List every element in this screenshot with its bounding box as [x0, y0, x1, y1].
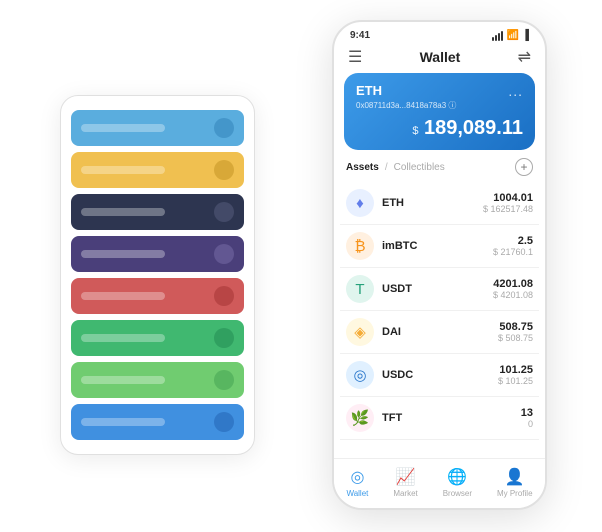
tab-collectibles[interactable]: Collectibles [394, 162, 445, 173]
card-item[interactable] [71, 110, 244, 146]
nav-label-browser: Browser [443, 489, 472, 498]
asset-name-imbtc: imBTC [382, 240, 493, 252]
nav-item-browser[interactable]: 🌐 Browser [443, 467, 472, 498]
assets-tabs: Assets / Collectibles [346, 162, 445, 173]
asset-icon-tft: 🌿 [346, 404, 374, 432]
asset-row[interactable]: T USDT 4201.08 $ 4201.08 [340, 268, 539, 311]
asset-icon-imbtc: ₿ [346, 232, 374, 260]
status-icons: 📶 ▐ [492, 30, 529, 41]
asset-name-usdt: USDT [382, 283, 493, 295]
nav-icon-my-profile: 👤 [505, 467, 525, 487]
asset-list: ♦ ETH 1004.01 $ 162517.48 ₿ imBTC 2.5 $ … [334, 182, 545, 458]
asset-name-tft: TFT [382, 412, 521, 424]
asset-icon-eth: ♦ [346, 189, 374, 217]
asset-amounts-imbtc: 2.5 $ 21760.1 [493, 235, 533, 257]
card-item[interactable] [71, 320, 244, 356]
menu-icon[interactable]: ☰ [348, 47, 362, 67]
eth-card: ETH 0x08711d3a...8418a78a3 ⓘ ... $ 189,0… [344, 73, 535, 150]
asset-name-usdc: USDC [382, 369, 498, 381]
nav-label-market: Market [393, 489, 417, 498]
tab-separator: / [385, 162, 388, 173]
card-item[interactable] [71, 404, 244, 440]
asset-amounts-eth: 1004.01 $ 162517.48 [483, 192, 533, 214]
asset-name-eth: ETH [382, 197, 483, 209]
nav-item-wallet[interactable]: ◎ Wallet [346, 467, 368, 498]
expand-icon[interactable]: ⇌ [518, 47, 531, 67]
battery-icon: ▐ [522, 30, 529, 41]
eth-card-menu[interactable]: ... [508, 83, 523, 99]
nav-item-market[interactable]: 📈 Market [393, 467, 417, 498]
wifi-icon: 📶 [506, 30, 518, 41]
asset-icon-usdt: T [346, 275, 374, 303]
asset-row[interactable]: ◎ USDC 101.25 $ 101.25 [340, 354, 539, 397]
scene: 9:41 📶 ▐ ☰ Wallet ⇌ ETH [0, 0, 602, 532]
asset-amounts-usdc: 101.25 $ 101.25 [498, 364, 533, 386]
asset-icon-dai: ◈ [346, 318, 374, 346]
asset-amounts-usdt: 4201.08 $ 4201.08 [493, 278, 533, 300]
card-item[interactable] [71, 236, 244, 272]
asset-row[interactable]: ♦ ETH 1004.01 $ 162517.48 [340, 182, 539, 225]
assets-header: Assets / Collectibles + [334, 158, 545, 182]
asset-icon-usdc: ◎ [346, 361, 374, 389]
add-asset-button[interactable]: + [515, 158, 533, 176]
eth-card-label: ETH [356, 83, 456, 98]
nav-icon-browser: 🌐 [447, 467, 467, 487]
phone: 9:41 📶 ▐ ☰ Wallet ⇌ ETH [332, 20, 547, 510]
eth-card-address: 0x08711d3a...8418a78a3 ⓘ [356, 100, 456, 111]
card-item[interactable] [71, 278, 244, 314]
nav-icon-market: 📈 [396, 467, 416, 487]
asset-row[interactable]: ◈ DAI 508.75 $ 508.75 [340, 311, 539, 354]
card-item[interactable] [71, 152, 244, 188]
tab-assets[interactable]: Assets [346, 162, 379, 173]
asset-amounts-dai: 508.75 $ 508.75 [498, 321, 533, 343]
eth-card-top: ETH 0x08711d3a...8418a78a3 ⓘ ... [356, 83, 523, 111]
card-stack [60, 95, 255, 455]
nav-label-wallet: Wallet [346, 489, 368, 498]
card-item[interactable] [71, 194, 244, 230]
asset-row[interactable]: 🌿 TFT 13 0 [340, 397, 539, 440]
nav-icon-wallet: ◎ [350, 467, 364, 487]
nav-item-my-profile[interactable]: 👤 My Profile [497, 467, 533, 498]
asset-name-dai: DAI [382, 326, 498, 338]
bottom-nav: ◎ Wallet 📈 Market 🌐 Browser 👤 My Profile [334, 458, 545, 508]
asset-amounts-tft: 13 0 [521, 407, 533, 429]
status-bar: 9:41 📶 ▐ [334, 22, 545, 43]
status-time: 9:41 [350, 30, 370, 41]
page-title: Wallet [420, 49, 461, 65]
eth-card-balance: $ 189,089.11 [356, 117, 523, 140]
nav-label-my-profile: My Profile [497, 489, 533, 498]
phone-header: ☰ Wallet ⇌ [334, 43, 545, 73]
signal-icon [492, 31, 503, 41]
asset-row[interactable]: ₿ imBTC 2.5 $ 21760.1 [340, 225, 539, 268]
card-item[interactable] [71, 362, 244, 398]
